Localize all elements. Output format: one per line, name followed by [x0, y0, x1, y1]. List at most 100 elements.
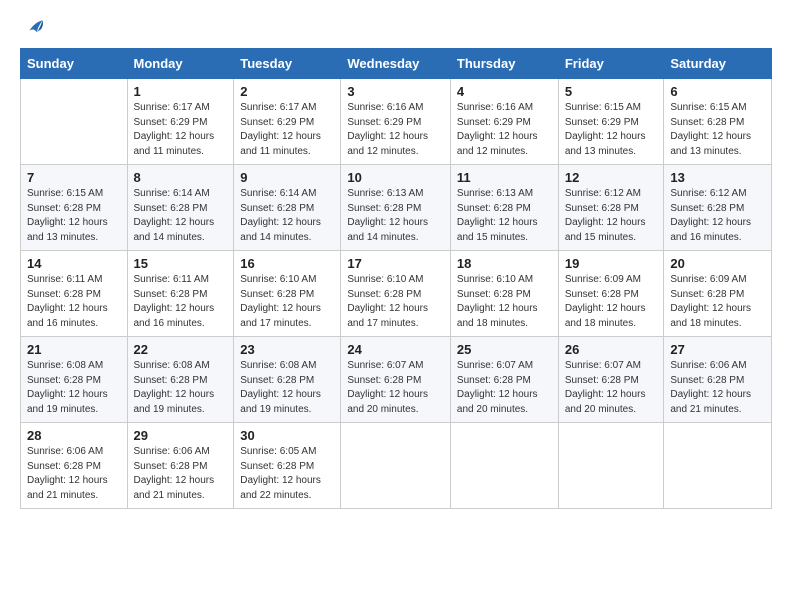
day-info: Sunrise: 6:17 AM Sunset: 6:29 PM Dayligh… — [134, 101, 228, 159]
day-info: Sunrise: 6:10 AM Sunset: 6:28 PM Dayligh… — [347, 273, 444, 331]
day-number: 2 — [240, 84, 334, 99]
day-info: Sunrise: 6:10 AM Sunset: 6:28 PM Dayligh… — [457, 273, 552, 331]
calendar-cell — [558, 423, 664, 509]
day-info: Sunrise: 6:16 AM Sunset: 6:29 PM Dayligh… — [457, 101, 552, 159]
day-info: Sunrise: 6:15 AM Sunset: 6:29 PM Dayligh… — [565, 101, 658, 159]
calendar-cell — [21, 79, 128, 165]
day-info: Sunrise: 6:09 AM Sunset: 6:28 PM Dayligh… — [670, 273, 765, 331]
calendar-cell: 5 Sunrise: 6:15 AM Sunset: 6:29 PM Daylig… — [558, 79, 664, 165]
calendar-cell: 21 Sunrise: 6:08 AM Sunset: 6:28 PM Dayli… — [21, 337, 128, 423]
day-info: Sunrise: 6:12 AM Sunset: 6:28 PM Dayligh… — [565, 187, 658, 245]
day-number: 29 — [134, 428, 228, 443]
calendar-week-row: 1 Sunrise: 6:17 AM Sunset: 6:29 PM Daylig… — [21, 79, 772, 165]
calendar-header-row: SundayMondayTuesdayWednesdayThursdayFrid… — [21, 49, 772, 79]
calendar-cell: 10 Sunrise: 6:13 AM Sunset: 6:28 PM Dayli… — [341, 165, 451, 251]
day-info: Sunrise: 6:07 AM Sunset: 6:28 PM Dayligh… — [565, 359, 658, 417]
calendar-week-row: 21 Sunrise: 6:08 AM Sunset: 6:28 PM Dayli… — [21, 337, 772, 423]
calendar-cell: 3 Sunrise: 6:16 AM Sunset: 6:29 PM Daylig… — [341, 79, 451, 165]
day-info: Sunrise: 6:09 AM Sunset: 6:28 PM Dayligh… — [565, 273, 658, 331]
calendar-cell: 14Sunrise: 6:11 AM Sunset: 6:28 PM Dayli… — [21, 251, 128, 337]
calendar-week-row: 28Sunrise: 6:06 AM Sunset: 6:28 PM Dayli… — [21, 423, 772, 509]
calendar-cell: 26Sunrise: 6:07 AM Sunset: 6:28 PM Dayli… — [558, 337, 664, 423]
calendar-cell — [341, 423, 451, 509]
calendar-cell: 12 Sunrise: 6:12 AM Sunset: 6:28 PM Dayli… — [558, 165, 664, 251]
day-number: 18 — [457, 256, 552, 271]
day-info: Sunrise: 6:08 AM Sunset: 6:28 PM Dayligh… — [134, 359, 228, 417]
calendar-cell: 20 Sunrise: 6:09 AM Sunset: 6:28 PM Dayli… — [664, 251, 772, 337]
calendar-week-row: 7 Sunrise: 6:15 AM Sunset: 6:28 PM Daylig… — [21, 165, 772, 251]
calendar-cell: 15 Sunrise: 6:11 AM Sunset: 6:28 PM Dayli… — [127, 251, 234, 337]
calendar-cell: 24 Sunrise: 6:07 AM Sunset: 6:28 PM Dayli… — [341, 337, 451, 423]
day-info: Sunrise: 6:08 AM Sunset: 6:28 PM Dayligh… — [27, 359, 121, 417]
day-info: Sunrise: 6:13 AM Sunset: 6:28 PM Dayligh… — [347, 187, 444, 245]
day-number: 20 — [670, 256, 765, 271]
day-info: Sunrise: 6:06 AM Sunset: 6:28 PM Dayligh… — [134, 445, 228, 503]
day-info: Sunrise: 6:17 AM Sunset: 6:29 PM Dayligh… — [240, 101, 334, 159]
calendar-cell: 2 Sunrise: 6:17 AM Sunset: 6:29 PM Daylig… — [234, 79, 341, 165]
calendar-cell — [450, 423, 558, 509]
day-number: 19 — [565, 256, 658, 271]
day-info: Sunrise: 6:15 AM Sunset: 6:28 PM Dayligh… — [670, 101, 765, 159]
day-number: 21 — [27, 342, 121, 357]
day-number: 8 — [134, 170, 228, 185]
day-info: Sunrise: 6:14 AM Sunset: 6:28 PM Dayligh… — [240, 187, 334, 245]
day-info: Sunrise: 6:10 AM Sunset: 6:28 PM Dayligh… — [240, 273, 334, 331]
day-number: 27 — [670, 342, 765, 357]
calendar-week-row: 14Sunrise: 6:11 AM Sunset: 6:28 PM Dayli… — [21, 251, 772, 337]
header-day-thursday: Thursday — [450, 49, 558, 79]
day-number: 24 — [347, 342, 444, 357]
calendar-cell: 25Sunrise: 6:07 AM Sunset: 6:28 PM Dayli… — [450, 337, 558, 423]
day-number: 25 — [457, 342, 552, 357]
calendar-cell: 13 Sunrise: 6:12 AM Sunset: 6:28 PM Dayli… — [664, 165, 772, 251]
day-number: 23 — [240, 342, 334, 357]
day-number: 13 — [670, 170, 765, 185]
day-info: Sunrise: 6:08 AM Sunset: 6:28 PM Dayligh… — [240, 359, 334, 417]
day-info: Sunrise: 6:07 AM Sunset: 6:28 PM Dayligh… — [347, 359, 444, 417]
day-number: 17 — [347, 256, 444, 271]
logo — [20, 16, 44, 38]
day-number: 12 — [565, 170, 658, 185]
calendar-cell: 11Sunrise: 6:13 AM Sunset: 6:28 PM Dayli… — [450, 165, 558, 251]
day-number: 7 — [27, 170, 121, 185]
day-info: Sunrise: 6:05 AM Sunset: 6:28 PM Dayligh… — [240, 445, 334, 503]
calendar-cell: 23 Sunrise: 6:08 AM Sunset: 6:28 PM Dayli… — [234, 337, 341, 423]
header-day-sunday: Sunday — [21, 49, 128, 79]
day-number: 5 — [565, 84, 658, 99]
day-number: 16 — [240, 256, 334, 271]
header-day-wednesday: Wednesday — [341, 49, 451, 79]
day-number: 15 — [134, 256, 228, 271]
day-info: Sunrise: 6:12 AM Sunset: 6:28 PM Dayligh… — [670, 187, 765, 245]
calendar-cell: 7 Sunrise: 6:15 AM Sunset: 6:28 PM Daylig… — [21, 165, 128, 251]
day-info: Sunrise: 6:15 AM Sunset: 6:28 PM Dayligh… — [27, 187, 121, 245]
day-info: Sunrise: 6:16 AM Sunset: 6:29 PM Dayligh… — [347, 101, 444, 159]
calendar-cell: 17 Sunrise: 6:10 AM Sunset: 6:28 PM Dayli… — [341, 251, 451, 337]
day-info: Sunrise: 6:13 AM Sunset: 6:28 PM Dayligh… — [457, 187, 552, 245]
calendar-cell: 27 Sunrise: 6:06 AM Sunset: 6:28 PM Dayli… — [664, 337, 772, 423]
day-number: 3 — [347, 84, 444, 99]
calendar-table: SundayMondayTuesdayWednesdayThursdayFrid… — [20, 48, 772, 509]
calendar-cell: 1 Sunrise: 6:17 AM Sunset: 6:29 PM Daylig… — [127, 79, 234, 165]
day-info: Sunrise: 6:06 AM Sunset: 6:28 PM Dayligh… — [670, 359, 765, 417]
calendar-cell: 8 Sunrise: 6:14 AM Sunset: 6:28 PM Daylig… — [127, 165, 234, 251]
day-info: Sunrise: 6:14 AM Sunset: 6:28 PM Dayligh… — [134, 187, 228, 245]
day-number: 9 — [240, 170, 334, 185]
calendar-cell: 4 Sunrise: 6:16 AM Sunset: 6:29 PM Daylig… — [450, 79, 558, 165]
day-number: 10 — [347, 170, 444, 185]
day-number: 4 — [457, 84, 552, 99]
page: SundayMondayTuesdayWednesdayThursdayFrid… — [0, 0, 792, 612]
header — [20, 16, 772, 38]
day-info: Sunrise: 6:11 AM Sunset: 6:28 PM Dayligh… — [134, 273, 228, 331]
calendar-cell: 29 Sunrise: 6:06 AM Sunset: 6:28 PM Dayli… — [127, 423, 234, 509]
header-day-tuesday: Tuesday — [234, 49, 341, 79]
day-info: Sunrise: 6:11 AM Sunset: 6:28 PM Dayligh… — [27, 273, 121, 331]
calendar-cell: 18 Sunrise: 6:10 AM Sunset: 6:28 PM Dayli… — [450, 251, 558, 337]
day-number: 22 — [134, 342, 228, 357]
header-day-monday: Monday — [127, 49, 234, 79]
day-number: 6 — [670, 84, 765, 99]
day-number: 30 — [240, 428, 334, 443]
calendar-cell: 9 Sunrise: 6:14 AM Sunset: 6:28 PM Daylig… — [234, 165, 341, 251]
calendar-cell: 28Sunrise: 6:06 AM Sunset: 6:28 PM Dayli… — [21, 423, 128, 509]
day-number: 1 — [134, 84, 228, 99]
header-day-friday: Friday — [558, 49, 664, 79]
day-info: Sunrise: 6:06 AM Sunset: 6:28 PM Dayligh… — [27, 445, 121, 503]
